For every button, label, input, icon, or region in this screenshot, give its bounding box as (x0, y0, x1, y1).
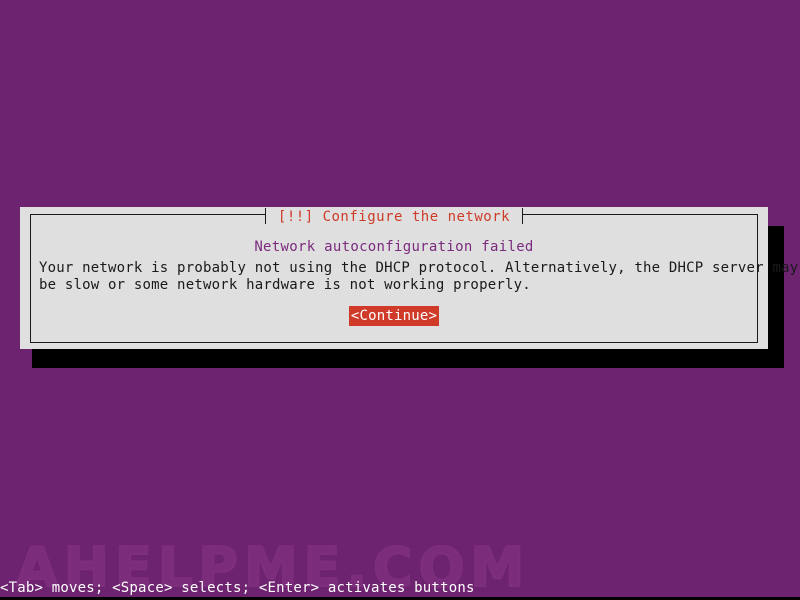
dialog-button-row: <Continue> (31, 306, 757, 326)
dialog-message: Your network is probably not using the D… (31, 260, 799, 294)
dialog-message-line: Your network is probably not using the D… (39, 260, 799, 276)
installer-screen: AHELPME.COM [!!] Configure the network N… (0, 0, 800, 600)
dialog-title: [!!] Configure the network (265, 207, 523, 227)
title-rule-left (30, 207, 266, 227)
continue-button[interactable]: <Continue> (348, 306, 440, 326)
title-rule-right (522, 207, 758, 227)
dialog-body: Network autoconfiguration failed Your ne… (31, 229, 799, 342)
keyboard-help-bar: <Tab> moves; <Space> selects; <Enter> ac… (0, 580, 475, 596)
dialog-message-line: be slow or some network hardware is not … (39, 277, 531, 293)
configure-network-dialog: [!!] Configure the network Network autoc… (20, 207, 799, 349)
dialog-title-bar: [!!] Configure the network (30, 207, 758, 227)
error-headline: Network autoconfiguration failed (254, 239, 534, 255)
